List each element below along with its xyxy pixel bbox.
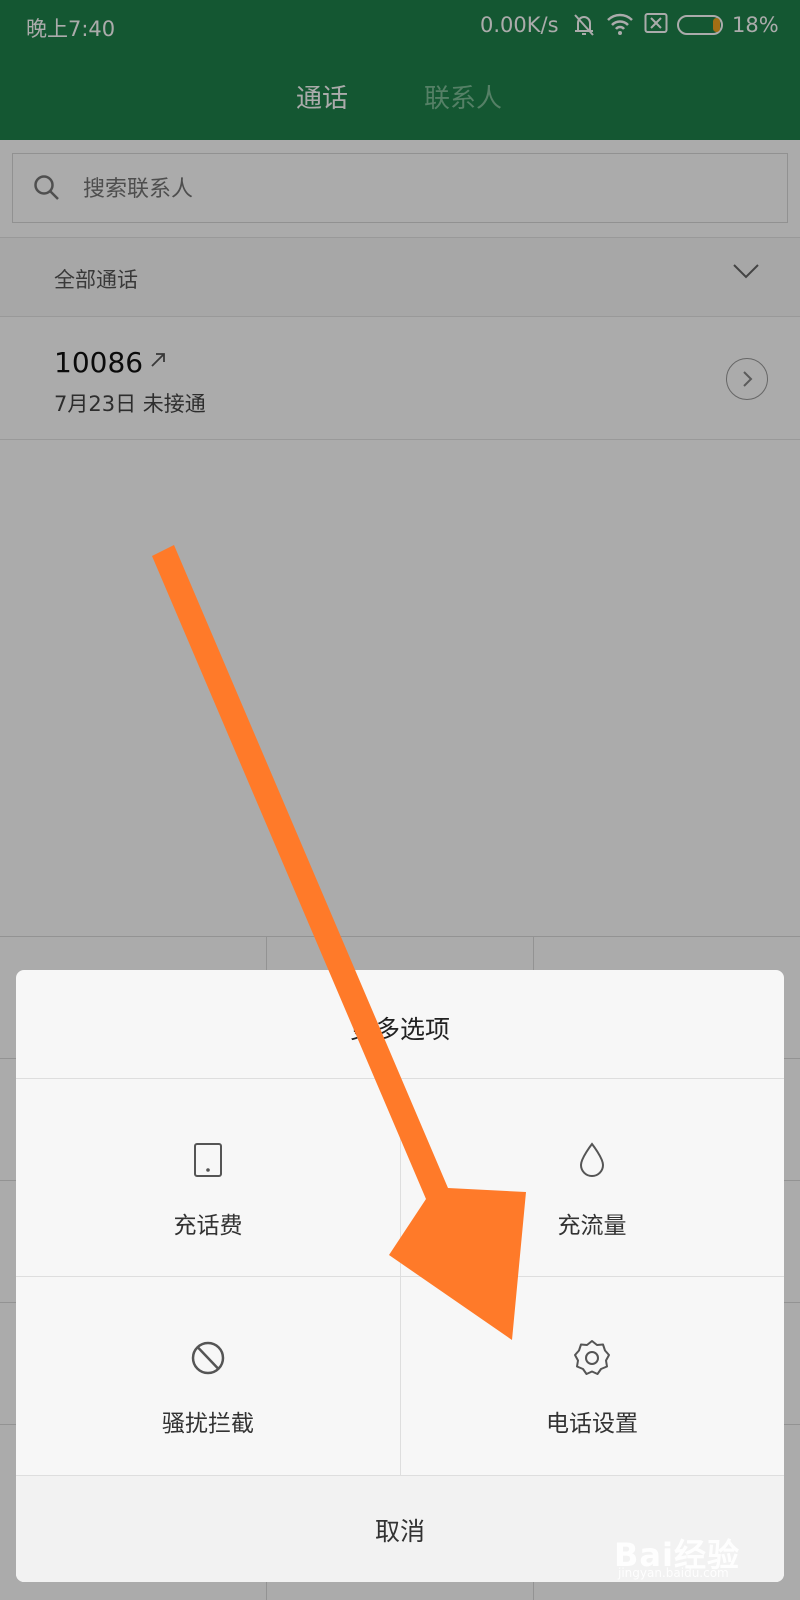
- annotation-arrow: [152, 545, 526, 1340]
- baidu-jingyan-watermark: Bai经验 jingyan.baidu.com: [614, 1530, 740, 1580]
- annotation-arrow-shape: [152, 545, 526, 1340]
- watermark-site: jingyan.baidu.com: [618, 1566, 729, 1580]
